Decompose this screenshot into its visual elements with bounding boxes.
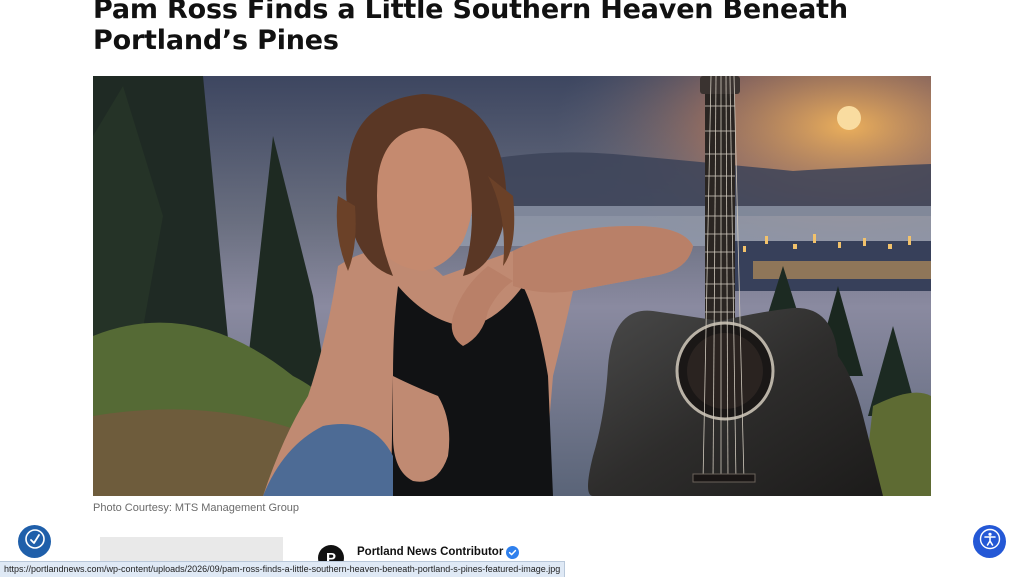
verified-badge-icon xyxy=(506,546,519,559)
accessibility-hand-icon xyxy=(24,528,46,555)
featured-image[interactable] xyxy=(93,76,931,496)
browser-status-url: https://portlandnews.com/wp-content/uplo… xyxy=(0,561,566,577)
article-headline: Pam Ross Finds a Little Southern Heaven … xyxy=(93,0,848,56)
featured-image-artwork xyxy=(93,76,931,496)
author-name-link[interactable]: Portland News Contributor xyxy=(357,546,503,558)
sun-icon xyxy=(837,106,861,130)
accessibility-person-icon xyxy=(979,528,1001,555)
accessibility-help-button[interactable] xyxy=(18,525,51,558)
photo-caption: Photo Courtesy: MTS Management Group xyxy=(93,502,300,514)
accessibility-menu-button[interactable] xyxy=(973,525,1006,558)
